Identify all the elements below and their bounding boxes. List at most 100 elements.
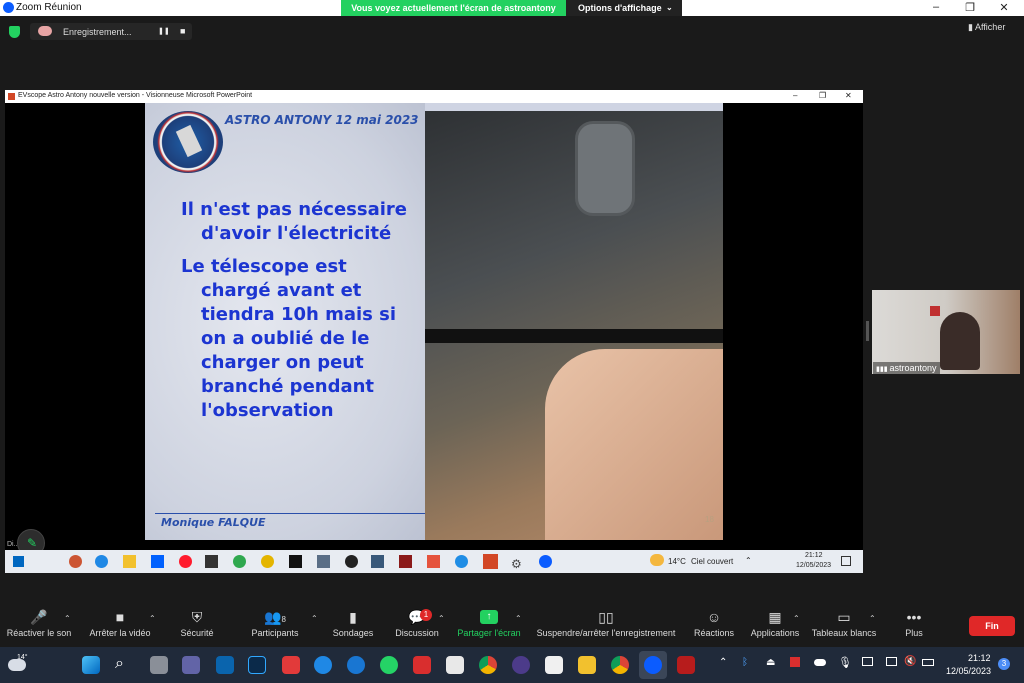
onedrive-icon[interactable] — [814, 659, 826, 666]
app-icon-planet[interactable] — [512, 656, 530, 674]
search-icon[interactable]: ⌕ — [115, 655, 124, 673]
video-options-chevron-icon[interactable]: ⌃ — [149, 614, 156, 623]
chevron-down-icon: ⌄ — [666, 3, 673, 12]
panel-resize-handle[interactable] — [866, 321, 869, 341]
app-icon-k[interactable] — [446, 656, 464, 674]
ppt-restore-button[interactable]: ❐ — [819, 91, 826, 100]
shared-screen[interactable]: EVscope Astro Antony nouvelle version - … — [5, 90, 863, 573]
outlook-icon[interactable] — [216, 656, 234, 674]
weather-icon — [650, 554, 664, 566]
tray-app-icon[interactable] — [790, 657, 800, 667]
zoom-icon — [644, 656, 662, 674]
remote-app-icon-9 — [455, 555, 468, 568]
tray-chevron-up-icon[interactable]: ⌃ — [719, 657, 727, 668]
battery-icon[interactable] — [922, 659, 934, 666]
end-meeting-button[interactable]: Fin — [969, 616, 1015, 636]
signal-bars-icon: ▮▮▮ — [876, 366, 890, 373]
security-button[interactable]: ⛨ Sécurité — [174, 604, 220, 646]
polls-button[interactable]: ▮ Sondages — [330, 604, 376, 646]
app-icon-snip[interactable] — [545, 656, 563, 674]
footer-divider — [155, 513, 425, 514]
whiteboards-button[interactable]: ▭ Tableaux blancs — [810, 604, 878, 646]
more-button[interactable]: ••• Plus — [896, 604, 932, 646]
stop-video-button[interactable]: ■ Arrêter la vidéo — [84, 604, 156, 646]
club-logo — [153, 111, 223, 173]
security-app-icon[interactable] — [282, 656, 300, 674]
remote-app-icon-5 — [345, 555, 358, 568]
mic-icon[interactable]: 🎙 — [838, 656, 852, 669]
app-icon-blue[interactable] — [347, 656, 365, 674]
powerpoint-task-icon — [483, 554, 498, 569]
photo-mount-shape — [425, 329, 723, 343]
pause-stop-recording-button[interactable]: ▯▯ Suspendre/arrêter l'enregistrement — [532, 604, 680, 646]
chat-button[interactable]: 💬 Discussion — [392, 604, 442, 646]
close-button[interactable]: ✕ — [994, 1, 1014, 15]
app-icon-red[interactable] — [677, 656, 695, 674]
audio-options-chevron-icon[interactable]: ⌃ — [64, 614, 71, 623]
ppt-minimize-button[interactable]: – — [793, 91, 797, 100]
unmute-button[interactable]: 🎤 Réactiver le son — [4, 604, 74, 646]
participants-button[interactable]: 👥8 Participants — [246, 604, 304, 646]
edge-browser-icon[interactable] — [314, 656, 332, 674]
share-options-chevron-icon[interactable]: ⌃ — [515, 614, 522, 623]
file-explorer-icon[interactable] — [578, 656, 596, 674]
slide-line-2-3: on a oublié de le — [201, 328, 370, 349]
remote-weather-text: Ciel couvert — [691, 557, 734, 566]
photo-button-shape — [575, 121, 635, 216]
chrome-icon[interactable] — [479, 656, 497, 674]
photoshop-icon[interactable] — [248, 656, 266, 674]
whatsapp-icon[interactable] — [380, 656, 398, 674]
ppt-close-button[interactable]: ✕ — [845, 91, 852, 100]
weather-temp: 14° — [17, 654, 28, 661]
teams-icon[interactable] — [182, 656, 200, 674]
smiley-icon: ☺ — [706, 609, 722, 625]
photo-hand-shape — [545, 349, 723, 540]
speaker-muted-icon[interactable]: 🔇 — [904, 656, 916, 667]
calculator-icon — [317, 555, 330, 568]
slide-line-1b: d'avoir l'électricité — [201, 223, 392, 244]
terminal-icon — [289, 555, 302, 568]
display-icon[interactable] — [886, 657, 897, 666]
chat-badge: 1 — [420, 609, 432, 621]
slide-line-1a: Il n'est pas nécessaire — [181, 199, 407, 220]
folder-icon — [123, 555, 136, 568]
slide-number: 18 — [705, 515, 714, 524]
remote-taskbar: ⚙ 14°C Ciel couvert ⌃ 21:12 12/05/2023 — [5, 550, 863, 573]
bluetooth-icon[interactable]: ᛒ — [742, 657, 748, 668]
whiteboards-options-chevron-icon[interactable]: ⌃ — [869, 614, 876, 623]
view-options-button[interactable]: Options d'affichage ⌄ — [566, 0, 682, 16]
reactions-button[interactable]: ☺ Réactions — [692, 604, 736, 646]
clock-time[interactable]: 21:12 — [968, 653, 991, 663]
notification-badge[interactable]: 3 — [998, 658, 1010, 670]
minimize-button[interactable]: – — [926, 1, 946, 15]
clock-date[interactable]: 12/05/2023 — [946, 666, 991, 676]
whiteboard-icon: ▭ — [837, 609, 851, 625]
slide-footer: Monique FALQUE — [161, 516, 266, 529]
chrome-icon-2[interactable] — [611, 656, 629, 674]
participants-options-chevron-icon[interactable]: ⌃ — [311, 614, 318, 623]
apps-button[interactable]: ▦ Applications — [748, 604, 802, 646]
keyboard-icon[interactable] — [862, 657, 873, 666]
share-screen-button[interactable]: ↑ Partager l'écran — [454, 604, 524, 646]
chat-options-chevron-icon[interactable]: ⌃ — [438, 614, 445, 623]
pen-icon: ✎ — [27, 536, 38, 550]
stop-recording-button[interactable]: ■ — [180, 26, 185, 36]
participants-icon: 👥8 — [264, 609, 286, 625]
ellipsis-icon: ••• — [906, 609, 922, 625]
window-icon: ▮ — [968, 22, 975, 32]
opera-icon — [179, 555, 192, 568]
remote-app-icon-7 — [399, 555, 412, 568]
apps-options-chevron-icon[interactable]: ⌃ — [793, 614, 800, 623]
ppt-titlebar: EVscope Astro Antony nouvelle version - … — [5, 90, 863, 103]
bitdefender-icon[interactable] — [413, 656, 431, 674]
show-button[interactable]: ▮ Afficher — [968, 22, 1005, 33]
usb-icon[interactable]: ⏏ — [766, 657, 775, 668]
remote-clock-date: 12/05/2023 — [796, 562, 832, 569]
slide-line-2-0: Le télescope est — [181, 256, 347, 277]
restore-button[interactable]: ❐ — [960, 1, 980, 15]
zoom-taskbar-active[interactable] — [639, 651, 667, 679]
pause-recording-button[interactable]: ❚❚ — [158, 27, 170, 35]
security-shield-icon[interactable] — [9, 26, 20, 38]
windows-start-button[interactable] — [82, 656, 100, 674]
task-view-icon[interactable] — [150, 656, 168, 674]
